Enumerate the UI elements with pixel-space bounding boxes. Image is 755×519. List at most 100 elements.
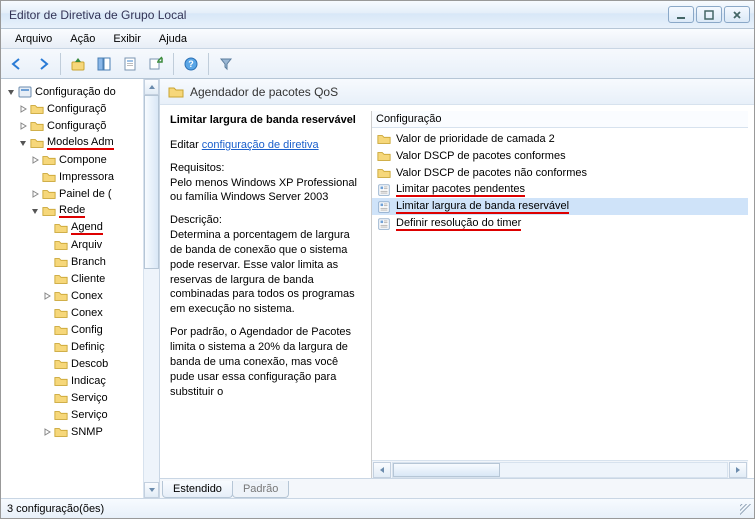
expander-open-icon[interactable] [29,205,41,217]
tree-pane: Configuração do ConfiguraçõConfiguraçõMo… [1,79,160,498]
tree-item[interactable]: Config [1,321,159,338]
expander-none [41,392,53,404]
folder-icon [41,169,57,185]
settings-item-label: Valor DSCP de pacotes conformes [396,150,566,162]
expander-closed-icon[interactable] [17,103,29,115]
description-text-2: Por padrão, o Agendador de Pacotes limit… [170,325,361,399]
content-header-title: Agendador de pacotes QoS [190,85,338,99]
tree-item[interactable]: SNMP [1,423,159,440]
settings-list-item[interactable]: Valor de prioridade de camada 2 [372,130,748,147]
tree-item[interactable]: Painel de ( [1,185,159,202]
show-tree-button[interactable] [92,52,116,76]
scroll-left-icon[interactable] [373,462,391,478]
expander-none [29,171,41,183]
tree-item[interactable]: Modelos Adm [1,134,159,151]
requirements-text: Pelo menos Windows XP Professional ou fa… [170,176,361,206]
scroll-thumb[interactable] [393,463,500,477]
expander-closed-icon[interactable] [17,120,29,132]
resize-grip-icon[interactable] [740,504,752,516]
folder-icon [53,322,69,338]
tree-root[interactable]: Configuração do [1,83,159,100]
menu-file[interactable]: Arquivo [7,31,60,47]
tree-item[interactable]: Compone [1,151,159,168]
tree-item[interactable]: Descob [1,355,159,372]
expander-none [41,324,53,336]
tree-item-label: Serviço [71,392,108,404]
back-button[interactable] [5,52,29,76]
menu-action[interactable]: Ação [62,31,103,47]
tree-item[interactable]: Conex [1,304,159,321]
scroll-up-icon[interactable] [144,79,159,95]
scroll-thumb[interactable] [144,95,159,269]
close-button[interactable] [724,6,750,23]
scroll-track[interactable] [392,462,728,478]
expander-none [41,307,53,319]
tree-item-label: Compone [59,154,107,166]
tab-standard[interactable]: Padrão [232,481,289,498]
tree-item[interactable]: Agend [1,219,159,236]
tree-item-label: Indicaç [71,375,106,387]
settings-list-item[interactable]: Valor DSCP de pacotes não conformes [372,164,748,181]
settings-list-item[interactable]: Valor DSCP de pacotes conformes [372,147,748,164]
folder-icon [53,254,69,270]
settings-list-item[interactable]: Definir resolução do timer [372,215,748,232]
tree-item[interactable]: Configuraçõ [1,100,159,117]
tree-item[interactable]: Serviço [1,389,159,406]
tree-item-label: Definiç [71,341,105,353]
edit-policy-link[interactable]: configuração de diretiva [202,139,319,151]
expander-closed-icon[interactable] [41,290,53,302]
scroll-track[interactable] [144,95,159,482]
tree-item[interactable]: Rede [1,202,159,219]
column-header-config[interactable]: Configuração [372,111,748,128]
scroll-down-icon[interactable] [144,482,159,498]
filter-button[interactable] [214,52,238,76]
expander-closed-icon[interactable] [29,154,41,166]
tab-extended[interactable]: Estendido [162,481,233,498]
expander-none [41,358,53,370]
forward-button[interactable] [31,52,55,76]
maximize-button[interactable] [696,6,722,23]
folder-icon [53,424,69,440]
menu-view[interactable]: Exibir [105,31,149,47]
svg-text:?: ? [188,59,194,69]
minimize-button[interactable] [668,6,694,23]
tree-item[interactable]: Cliente [1,270,159,287]
policy-setting-icon [376,199,392,215]
tree-item[interactable]: Impressora [1,168,159,185]
tree-item[interactable]: Definiç [1,338,159,355]
content-header: Agendador de pacotes QoS [160,79,754,105]
settings-list-item[interactable]: Limitar pacotes pendentes [372,181,748,198]
expander-open-icon[interactable] [17,137,29,149]
policy-setting-icon [376,216,392,232]
folder-icon [376,165,392,181]
tree-item-label: Branch [71,256,106,268]
settings-hscrollbar[interactable] [372,460,748,478]
expander-open-icon[interactable] [5,86,17,98]
help-icon: ? [183,56,199,72]
tree-item[interactable]: Indicaç [1,372,159,389]
tree-item[interactable]: Arquiv [1,236,159,253]
export-icon [148,56,164,72]
close-icon [732,10,742,20]
tree-scrollbar[interactable] [143,79,159,498]
filter-icon [218,56,234,72]
toolbar-separator [60,53,61,75]
up-level-button[interactable] [66,52,90,76]
tree-item-label: Painel de ( [59,188,112,200]
expander-none [41,273,53,285]
tree-item[interactable]: Serviço [1,406,159,423]
export-button[interactable] [144,52,168,76]
expander-closed-icon[interactable] [29,188,41,200]
menu-help[interactable]: Ajuda [151,31,195,47]
scroll-right-icon[interactable] [729,462,747,478]
settings-list-item[interactable]: Limitar largura de banda reservável [372,198,748,215]
tree-item[interactable]: Conex [1,287,159,304]
folder-up-icon [70,56,86,72]
expander-none [41,222,53,234]
tree-item-label: Conex [71,307,103,319]
properties-button[interactable] [118,52,142,76]
tree-item[interactable]: Configuraçõ [1,117,159,134]
expander-closed-icon[interactable] [41,426,53,438]
tree-item[interactable]: Branch [1,253,159,270]
help-button[interactable]: ? [179,52,203,76]
